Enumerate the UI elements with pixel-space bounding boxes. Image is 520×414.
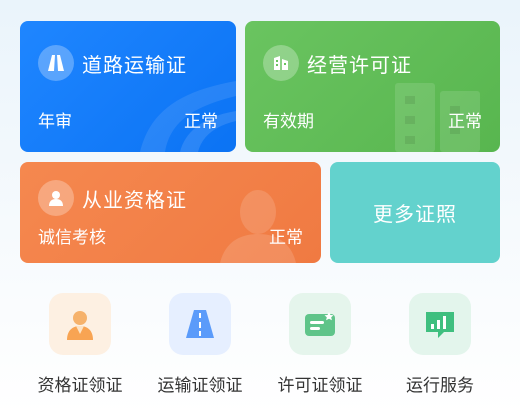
- professional-qualification-card[interactable]: 从业资格证 诚信考核 正常: [20, 162, 321, 263]
- business-card-title: 经营许可证: [307, 52, 412, 77]
- service-label: 运行服务: [406, 376, 474, 396]
- service-label: 运输证领证: [157, 376, 243, 396]
- service-item-license[interactable]: 许可证领证: [260, 293, 380, 396]
- professional-card-title: 从业资格证: [82, 187, 187, 212]
- id-card-icon: [289, 293, 351, 355]
- service-item-qualification[interactable]: 资格证领证: [20, 293, 140, 396]
- road-transport-card[interactable]: 道路运输证 年审 正常: [20, 21, 236, 152]
- service-label: 资格证领证: [37, 376, 123, 396]
- business-card-status: 正常: [448, 112, 482, 132]
- service-shortcuts: 资格证领证 运输证领证 许可证领证 运行服务: [0, 293, 520, 403]
- road-card-title: 道路运输证: [82, 52, 187, 77]
- road-card-field-label: 年审: [38, 112, 72, 132]
- building-decoration: [395, 83, 480, 152]
- business-license-card[interactable]: 经营许可证 有效期 正常: [245, 21, 500, 152]
- professional-card-status: 正常: [269, 228, 303, 248]
- service-label: 许可证领证: [277, 376, 363, 396]
- chart-monitor-icon: [409, 293, 471, 355]
- road-icon: [169, 293, 231, 355]
- more-certificates-label: 更多证照: [373, 202, 457, 226]
- more-certificates-card[interactable]: 更多证照: [330, 162, 500, 263]
- building-icon: [263, 45, 299, 81]
- person-icon: [49, 293, 111, 355]
- service-item-operation[interactable]: 运行服务: [380, 293, 500, 396]
- person-icon: [38, 180, 74, 216]
- road-decoration: [140, 81, 236, 152]
- professional-card-field-label: 诚信考核: [38, 228, 106, 248]
- service-item-transport[interactable]: 运输证领证: [140, 293, 260, 396]
- road-icon: [38, 45, 74, 81]
- road-card-status: 正常: [184, 112, 218, 132]
- business-card-field-label: 有效期: [263, 112, 314, 132]
